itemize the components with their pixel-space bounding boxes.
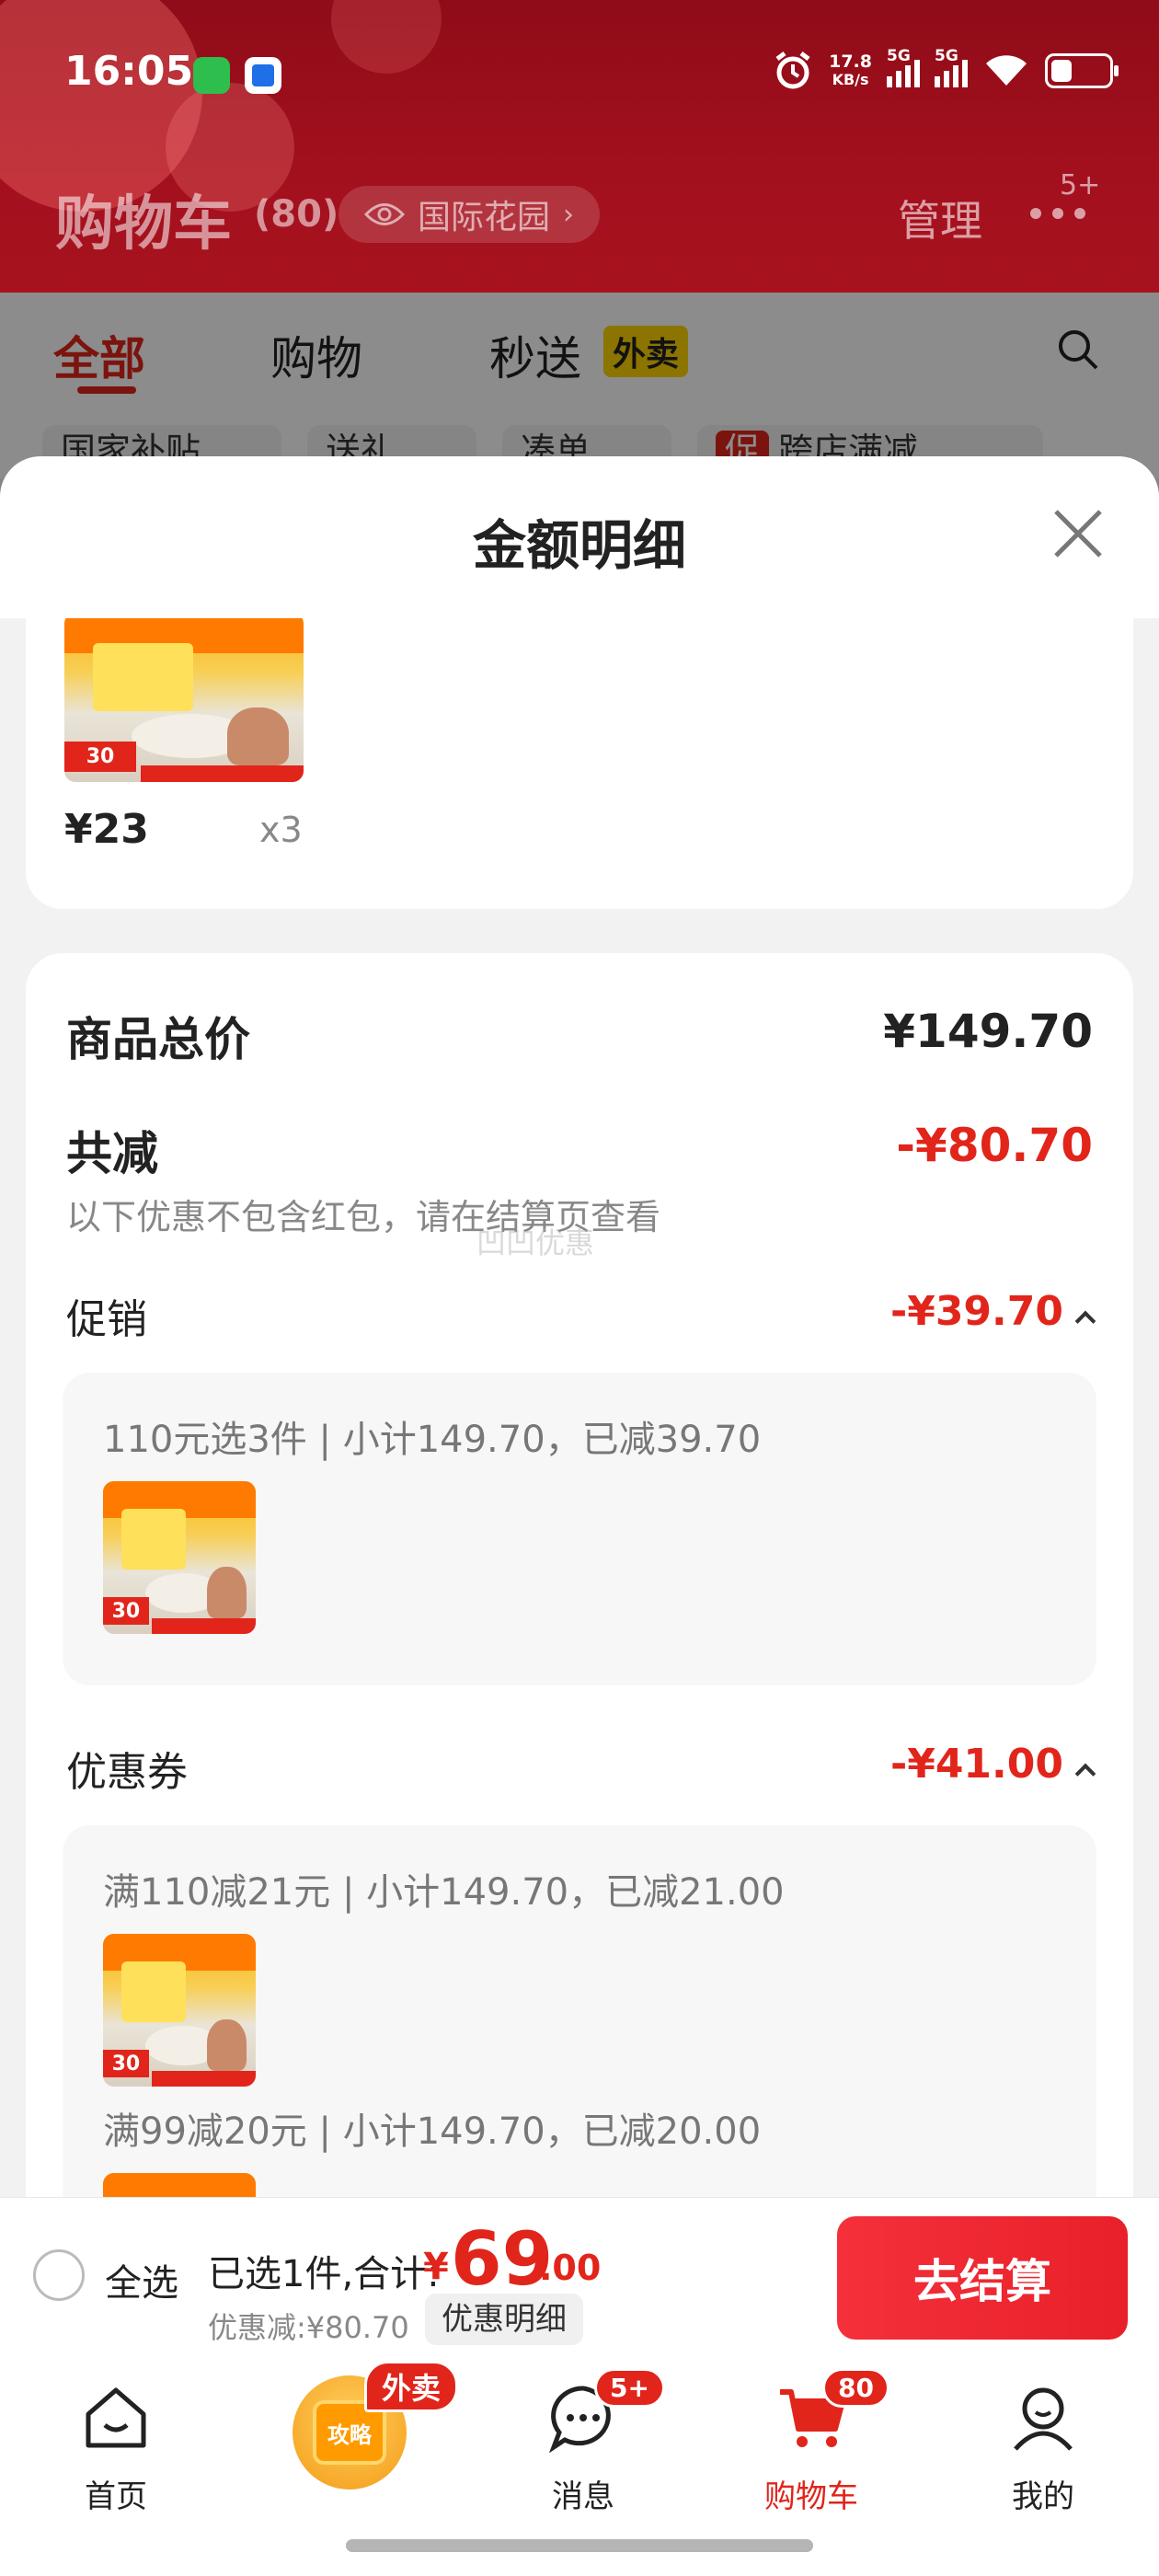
chevron-up-icon <box>1074 1763 1096 1785</box>
promo-detail-box: 110元选3件 | 小计149.70，已减39.70 30 <box>63 1373 1096 1685</box>
watermark: 凹凹优惠 <box>476 1225 595 1260</box>
total-label: 商品总价 <box>66 1013 250 1066</box>
more-icon[interactable] <box>1030 208 1085 219</box>
product-image[interactable]: 30 <box>64 618 304 782</box>
guide-badge: 外卖 <box>364 2361 459 2412</box>
top-header: 16:05 17.8 KB/s 5G 5G 购物车 (80) 国际花园 › 管理… <box>0 0 1159 293</box>
location-label: 国际花园 <box>418 199 551 236</box>
location-selector[interactable]: 国际花园 › <box>339 186 601 243</box>
more-badge: 5+ <box>1060 169 1101 201</box>
product-price: ¥23 <box>64 806 149 853</box>
product-tag: 30 <box>103 2050 149 2078</box>
promo-label: 促销 <box>66 1296 147 1343</box>
select-all-label[interactable]: 全选 <box>105 2253 178 2306</box>
total-amount-decimal: .00 <box>539 2248 602 2288</box>
net-speed-value: 17.8 <box>829 52 872 72</box>
product-image[interactable]: 30 <box>103 1481 256 1634</box>
reduce-label: 共减 <box>66 1127 158 1180</box>
select-all-checkbox[interactable] <box>33 2249 85 2301</box>
discount-detail-button[interactable]: 优惠明细 <box>425 2294 583 2345</box>
status-time: 16:05 <box>64 48 194 95</box>
total-currency: ¥ <box>423 2246 449 2288</box>
home-indicator[interactable] <box>346 2539 813 2552</box>
decor-balloon <box>331 0 442 74</box>
wechat-icon <box>193 57 230 94</box>
promo-toggle[interactable]: -¥39.70 <box>889 1288 1096 1335</box>
total-value: ¥149.70 <box>883 1005 1093 1058</box>
nav-home-label: 首页 <box>85 2478 147 2515</box>
battery-icon <box>1045 53 1119 88</box>
product-image[interactable] <box>103 2173 256 2197</box>
product-quantity: x3 <box>259 810 303 850</box>
coupon-detail-line: 满99减20元 | 小计149.70，已减20.00 <box>103 2110 762 2153</box>
coupon-value: -¥41.00 <box>889 1741 1063 1788</box>
close-icon[interactable] <box>1049 504 1107 563</box>
sheet-title: 金额明细 <box>472 514 686 577</box>
coupon-label: 优惠券 <box>66 1749 188 1796</box>
manage-button[interactable]: 管理 <box>898 188 982 248</box>
wifi-icon <box>986 55 1027 86</box>
signal-label: 5G <box>935 47 958 65</box>
discount-summary: 优惠减:¥80.70 <box>208 2310 409 2345</box>
total-amount-integer: 69 <box>451 2216 554 2302</box>
profile-icon <box>1014 2387 1073 2451</box>
page-title: 购物车 <box>55 190 232 259</box>
product-tag: 30 <box>103 1597 149 1626</box>
signal-icon: 5G <box>887 47 920 87</box>
nav-cart-label: 购物车 <box>764 2478 858 2515</box>
coupon-detail-box: 满110减21元 | 小计149.70，已减21.00 30 满99减20元 |… <box>63 1825 1096 2197</box>
eye-icon <box>364 203 405 225</box>
cart-count: (80) <box>254 193 339 236</box>
product-image[interactable]: 30 <box>103 1934 256 2087</box>
coupon-toggle[interactable]: -¥41.00 <box>889 1741 1096 1788</box>
chevron-up-icon <box>1074 1310 1096 1332</box>
status-icons: 17.8 KB/s 5G 5G <box>772 47 1119 92</box>
checkout-bar: 全选 已选1件,合计: ¥ 69 .00 优惠减:¥80.70 优惠明细 去结算 <box>0 2197 1159 2357</box>
chevron-right-icon: › <box>563 198 575 231</box>
messages-badge: 5+ <box>594 2368 665 2408</box>
nav-guide-label: 攻略 <box>327 2421 372 2448</box>
promo-value: -¥39.70 <box>889 1288 1063 1335</box>
net-speed-unit: KB/s <box>832 71 869 88</box>
nav-messages-label: 消息 <box>552 2478 614 2515</box>
nav-mine-label: 我的 <box>1012 2478 1074 2515</box>
product-tag: 30 <box>64 741 136 772</box>
signal-label: 5G <box>887 47 911 65</box>
cart-badge: 80 <box>822 2368 889 2408</box>
reduce-value: -¥80.70 <box>896 1119 1093 1172</box>
alarm-icon <box>775 52 810 89</box>
home-icon <box>86 2387 146 2448</box>
app-notification-icon <box>245 57 281 94</box>
promo-detail-line: 110元选3件 | 小计149.70，已减39.70 <box>103 1419 762 1461</box>
product-card: 30 ¥23 x3 <box>26 618 1133 909</box>
net-speed: 17.8 KB/s <box>829 52 872 89</box>
selected-summary: 已选1件,合计: <box>208 2253 440 2295</box>
checkout-button[interactable]: 去结算 <box>837 2216 1128 2340</box>
coupon-detail-line: 满110减21元 | 小计149.70，已减21.00 <box>103 1871 785 1914</box>
sheet-header: 金额明细 <box>0 456 1159 618</box>
signal-icon: 5G <box>935 47 968 87</box>
amount-detail-sheet: 金额明细 30 ¥23 x3 商品总价 ¥149.70 共减 -¥80.70 以… <box>0 456 1159 2197</box>
price-breakdown-card: 商品总价 ¥149.70 共减 -¥80.70 以下优惠不包含红包，请在结算页查… <box>26 953 1133 2197</box>
